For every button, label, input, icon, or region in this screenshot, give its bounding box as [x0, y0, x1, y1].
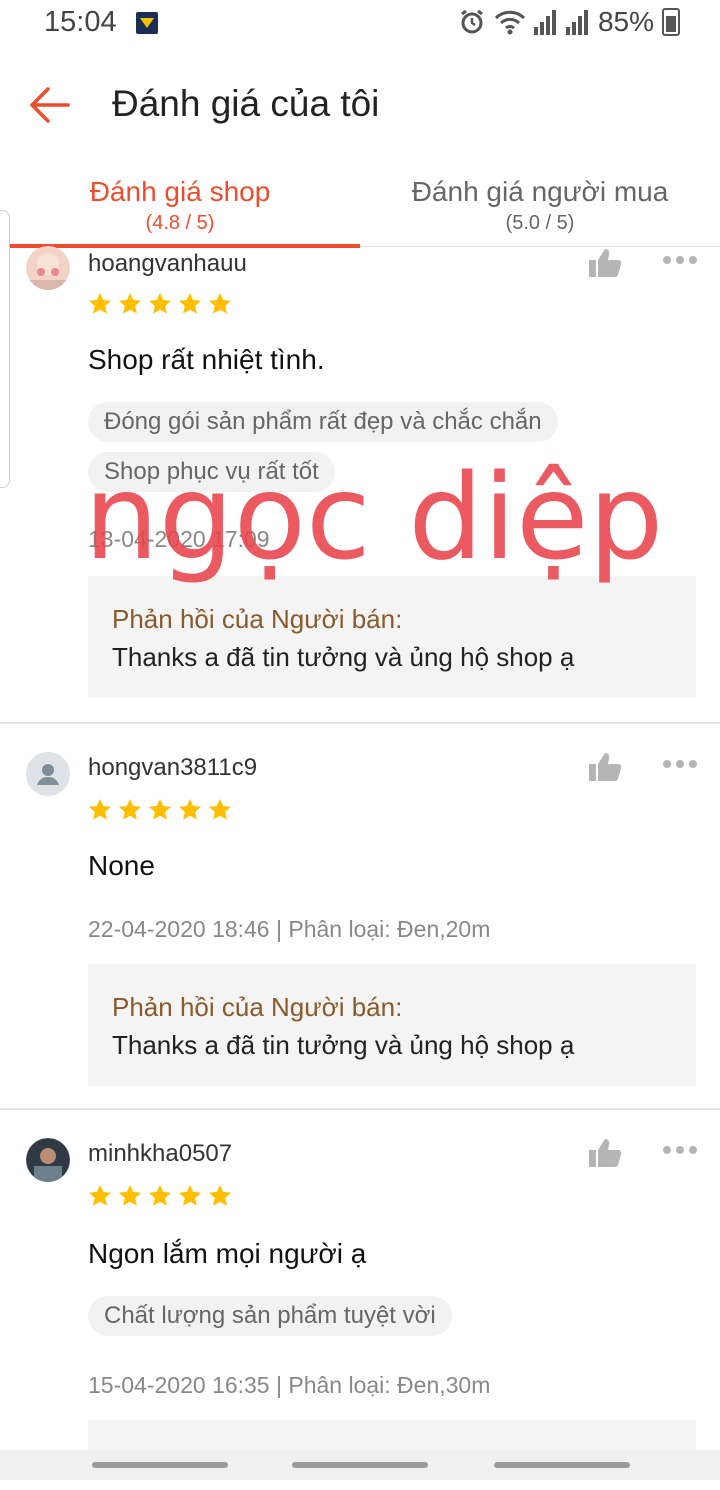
thumbs-up-icon[interactable]	[588, 1138, 622, 1168]
wifi-icon	[494, 10, 526, 35]
avatar[interactable]	[26, 246, 70, 290]
status-bar: 15:04 85%	[0, 0, 720, 48]
review-tag: Shop phục vụ rất tốt	[88, 452, 335, 492]
page-title: Đánh giá của tôi	[112, 83, 380, 124]
nav-recent-button[interactable]	[92, 1462, 228, 1468]
review-comment: Ngon lắm mọi người ạ	[88, 1238, 367, 1269]
tab-rating: (5.0 / 5)	[505, 212, 575, 234]
review-item: hongvan3811c9 None 22-04-2020 18:46 | Ph…	[0, 724, 720, 1110]
app-bar: Đánh giá của tôi	[0, 60, 720, 150]
star-icon	[149, 1185, 171, 1206]
review-comment: None	[88, 850, 155, 881]
status-time: 15:04	[44, 6, 117, 38]
alarm-icon	[461, 9, 483, 34]
star-rating	[88, 292, 232, 316]
avatar[interactable]	[26, 752, 70, 796]
review-list: hoangvanhauu Shop rất nhiệt tình. Đóng g…	[0, 246, 720, 1490]
review-item: minhkha0507 Ngon lắm mọi người ạ Chất lư…	[0, 1110, 720, 1490]
thumbs-up-icon[interactable]	[588, 752, 622, 782]
star-icon	[179, 1185, 201, 1206]
star-icon	[119, 799, 141, 820]
star-icon	[119, 1185, 141, 1206]
review-item: hoangvanhauu Shop rất nhiệt tình. Đóng g…	[0, 246, 720, 724]
signal-icon	[533, 10, 556, 35]
reviewer-username[interactable]: hoangvanhauu	[88, 250, 247, 278]
seller-reply-title: Phản hồi của Người bán:	[112, 604, 403, 634]
app-notification-icon	[136, 12, 158, 34]
avatar[interactable]	[26, 1138, 70, 1182]
star-icon	[149, 293, 171, 314]
star-icon	[89, 293, 111, 314]
seller-reply-text: Thanks a đã tin tưởng và ủng hộ shop ạ	[112, 642, 575, 672]
nav-home-button[interactable]	[292, 1462, 428, 1468]
star-icon	[119, 293, 141, 314]
review-meta: 22-04-2020 18:46 | Phân loại: Đen,20m	[88, 916, 491, 942]
star-rating	[88, 1184, 232, 1208]
reviewer-username[interactable]: minhkha0507	[88, 1140, 232, 1168]
seller-reply-text: Thanks a đã tin tưởng và ủng hộ shop ạ	[112, 1030, 575, 1060]
star-icon	[209, 293, 231, 314]
tab-label: Đánh giá shop	[89, 176, 271, 207]
thumbs-up-icon[interactable]	[588, 248, 622, 278]
seller-reply: Phản hồi của Người bán: Thanks a đã tin …	[88, 576, 696, 698]
star-icon	[149, 799, 171, 820]
system-navigation-bar	[0, 1450, 720, 1480]
tab-rating: (4.8 / 5)	[145, 212, 215, 234]
seller-reply: Phản hồi của Người bán: Thanks a đã tin …	[88, 964, 696, 1086]
battery-icon	[662, 8, 680, 36]
seller-reply-title: Phản hồi của Người bán:	[112, 992, 403, 1022]
review-tabs: Đánh giá shop (4.8 / 5) Đánh giá người m…	[0, 166, 720, 248]
tab-shop-reviews[interactable]: Đánh giá shop (4.8 / 5)	[0, 166, 360, 248]
review-tag: Chất lượng sản phẩm tuyệt vời	[88, 1296, 452, 1336]
star-icon	[89, 1185, 111, 1206]
nav-back-button[interactable]	[494, 1462, 630, 1468]
more-options-icon[interactable]	[662, 254, 698, 266]
signal-icon-2	[565, 10, 588, 35]
star-icon	[209, 799, 231, 820]
star-icon	[209, 1185, 231, 1206]
review-tag: Đóng gói sản phẩm rất đẹp và chắc chắn	[88, 402, 558, 442]
more-options-icon[interactable]	[662, 758, 698, 770]
status-icons: 85%	[458, 6, 680, 38]
review-comment: Shop rất nhiệt tình.	[88, 344, 325, 375]
star-icon	[179, 799, 201, 820]
more-options-icon[interactable]	[662, 1144, 698, 1156]
tab-buyer-reviews[interactable]: Đánh giá người mua (5.0 / 5)	[360, 166, 720, 246]
star-icon	[179, 293, 201, 314]
back-arrow-icon[interactable]	[26, 82, 72, 128]
review-meta: 15-04-2020 16:35 | Phân loại: Đen,30m	[88, 1372, 491, 1398]
reviewer-username[interactable]: hongvan3811c9	[88, 754, 257, 782]
battery-percent: 85%	[597, 6, 654, 37]
star-rating	[88, 798, 232, 822]
star-icon	[89, 799, 111, 820]
review-meta: 13-04-2020 17:09	[88, 526, 270, 552]
tab-label: Đánh giá người mua	[411, 176, 669, 207]
